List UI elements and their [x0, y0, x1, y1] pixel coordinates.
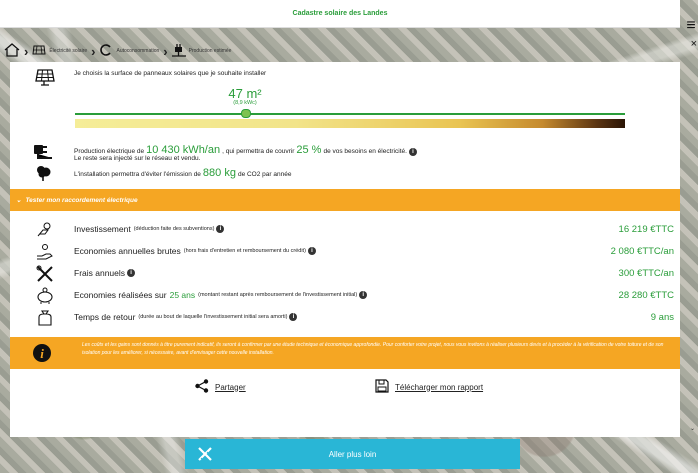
results-panel: Je choisis la surface de panneaux solair… [10, 62, 680, 437]
scrollbar[interactable] [690, 50, 696, 435]
hand-coin-icon [36, 221, 56, 241]
piggy-bank-icon [36, 287, 56, 307]
ruler-pencil-icon [197, 446, 213, 464]
chevron-right-icon: › [24, 43, 29, 59]
plug-icon [171, 43, 186, 59]
download-report-button[interactable]: Télécharger mon rapport [375, 379, 483, 395]
svg-text:i: i [40, 346, 44, 361]
finance-row-payback: Temps de retour (durée au bout de laquell… [10, 307, 680, 329]
surface-slider-handle[interactable] [240, 109, 251, 118]
home-icon[interactable] [4, 43, 20, 59]
breadcrumb-item-production[interactable]: Production estimée [171, 43, 231, 59]
surface-label: Je choisis la surface de panneaux solair… [74, 70, 267, 77]
co2-sentence: L'installation permettra d'éviter l'émis… [74, 167, 292, 179]
info-icon[interactable]: i [408, 148, 417, 156]
info-icon[interactable]: i [216, 225, 225, 233]
breadcrumb-item-autoconso[interactable]: Autoconsommation [99, 43, 159, 59]
surface-value: 47 m² [228, 86, 262, 101]
cycle-icon [99, 43, 113, 59]
share-icon [195, 379, 209, 395]
finance-row-investment: Investissement (déduction faite des subve… [10, 219, 680, 241]
app-title: Cadastre solaire des Landes [292, 10, 388, 17]
plug-icon [32, 140, 52, 160]
surface-power: (8,9 kWc) [233, 100, 257, 106]
menu-icon[interactable]: ≡ [684, 18, 698, 34]
irradiation-gradient-bar [75, 119, 625, 128]
breadcrumb: › Électricité solaire › Autoconsommation… [4, 40, 231, 62]
test-connection-label: Tester mon raccordement électrique [25, 196, 138, 204]
finance-row-fees: Frais annuels i 300 €TTC/an [10, 263, 680, 285]
payback-value: 9 ans [650, 312, 674, 323]
test-connection-toggle[interactable]: ⌄ Tester mon raccordement électrique [10, 189, 680, 211]
solar-panel-icon [32, 44, 46, 58]
share-button[interactable]: Partager [195, 379, 246, 395]
breadcrumb-item-solar[interactable]: Électricité solaire [32, 44, 87, 58]
finance-row-realized: Economies réalisées sur 25 ans (montant re… [10, 285, 680, 307]
tree-icon [35, 164, 55, 184]
close-icon[interactable]: × [691, 38, 697, 50]
production-subtext: Le reste sera injecté sur le réseau et v… [74, 155, 201, 162]
solar-panel-icon [35, 68, 55, 88]
app-header: Cadastre solaire des Landes [0, 0, 680, 28]
disclaimer-text: Les coûts et les gains sont donnés à tit… [82, 342, 664, 356]
annual-savings-value: 2 080 €TTC/an [610, 246, 674, 257]
coverage-percent: 25 % [296, 144, 322, 156]
info-icon[interactable]: i [359, 291, 368, 299]
surface-slider-track[interactable] [75, 113, 625, 115]
finance-row-savings: Economies annuelles brutes (hors frais d'… [10, 241, 680, 263]
scroll-down-icon[interactable]: ⌄ [690, 425, 695, 432]
co2-value: 880 kg [202, 167, 236, 179]
save-icon [375, 379, 389, 395]
go-further-button[interactable]: Aller plus loin [185, 439, 520, 469]
hand-savings-icon [36, 243, 56, 263]
info-icon[interactable]: i [307, 247, 316, 255]
chevron-right-icon: › [163, 43, 168, 59]
investment-value: 16 219 €TTC [618, 224, 674, 235]
chevron-down-icon: ⌄ [16, 197, 22, 204]
money-bag-icon [36, 309, 56, 329]
info-icon[interactable]: i [289, 313, 298, 321]
info-icon[interactable]: i [127, 269, 136, 277]
tools-icon [36, 265, 56, 285]
annual-fees-value: 300 €TTC/an [618, 268, 674, 279]
disclaimer-banner: i Les coûts et les gains sont donnés à t… [10, 337, 680, 369]
chevron-right-icon: › [91, 43, 96, 59]
realized-savings-value: 28 280 €TTC [618, 290, 674, 301]
info-icon: i [32, 343, 52, 365]
